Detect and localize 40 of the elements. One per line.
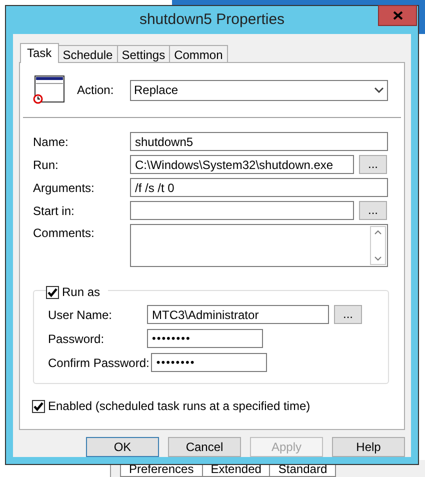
field-label: Password: [48,330,106,348]
scroll-down-icon[interactable] [374,256,382,261]
scroll-up-icon[interactable] [374,230,382,235]
window-title: shutdown5 Properties [139,10,285,30]
field-label: Confirm Password: [48,354,150,372]
tab[interactable]: Settings [118,45,170,62]
tab[interactable]: Schedule [58,45,118,62]
browse-button[interactable]: ... [359,201,387,220]
dialog-button[interactable]: OK [86,437,159,457]
text-field[interactable]: /f /s /t 0 [130,178,388,197]
text-field[interactable]: shutdown5 [130,132,388,151]
field-label: Comments: [33,225,96,242]
window-clock-icon [33,75,65,105]
field-label: Start in: [33,202,76,220]
browse-button[interactable]: ... [334,305,362,324]
action-dropdown[interactable]: Replace [130,80,388,100]
browse-button[interactable]: ... [359,155,387,174]
chevron-down-icon [374,87,384,93]
scrollbar[interactable] [370,226,386,265]
text-field[interactable] [130,201,354,220]
close-button[interactable] [378,5,417,26]
text-field[interactable]: MTC3\Administrator [147,305,329,324]
tab[interactable]: Common [170,45,228,62]
run-as-label: Run as [62,284,100,301]
field-label: Name: [33,134,70,150]
tab[interactable]: Task [20,43,59,63]
field-label: Run: [33,156,60,174]
dialog-button[interactable]: Help [332,437,405,457]
checkbox[interactable] [32,400,45,412]
close-icon [392,11,402,20]
enabled-label: Enabled (scheduled task runs at a specified time) [48,398,310,415]
password-field[interactable]: •••••••• [151,353,268,372]
action-label: Action: [77,82,115,99]
field-label: User Name: [48,306,114,324]
field-label: Arguments: [33,180,96,196]
dialog-button[interactable]: Cancel [168,437,241,457]
checkbox[interactable] [46,286,59,298]
text-field[interactable]: C:\Windows\System32\shutdown.exe [130,155,354,174]
comments-field[interactable] [130,224,388,267]
password-field[interactable]: •••••••• [147,329,263,348]
